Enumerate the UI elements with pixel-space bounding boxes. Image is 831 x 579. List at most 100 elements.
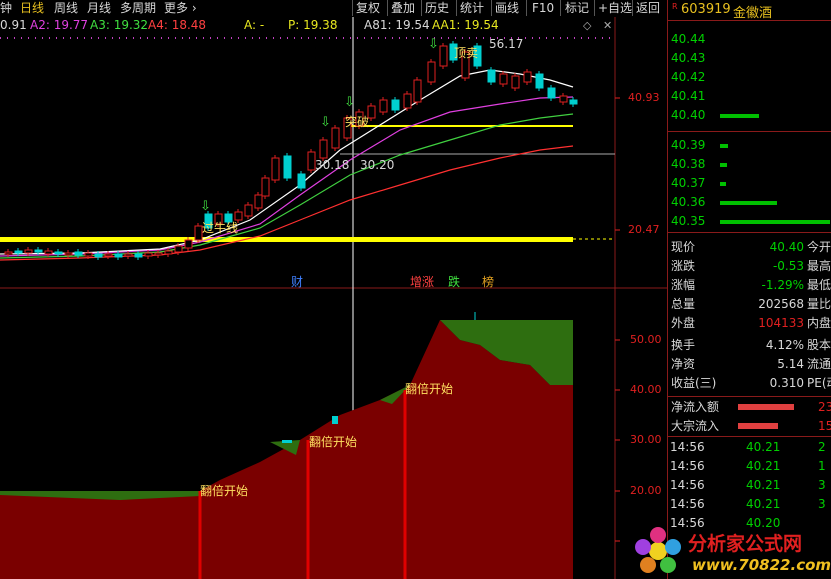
ask-row[interactable]: 40.43 xyxy=(668,49,831,68)
field-label-right: 流通 xyxy=(807,357,831,371)
tick-volume: 2 xyxy=(818,440,826,454)
bid-row[interactable]: 40.39 xyxy=(668,136,831,155)
candle-body xyxy=(367,105,376,119)
field-value: 0.310 xyxy=(769,376,804,390)
support-line xyxy=(0,237,573,242)
osc-axis-20: 20.00 xyxy=(630,484,662,497)
ask-row[interactable]: 40.41 xyxy=(668,87,831,106)
zeng-zhang-marker[interactable]: 增涨 xyxy=(410,273,434,290)
top-sell-label: 顶卖 xyxy=(454,46,479,60)
flow-bar xyxy=(738,423,778,429)
candle-body xyxy=(319,139,328,159)
ask-price: 40.42 xyxy=(671,70,706,84)
tick-price: 40.21 xyxy=(746,478,781,492)
candle-body xyxy=(34,249,43,253)
field-label: 现价 xyxy=(671,240,696,254)
field-label: 涨跌 xyxy=(671,259,696,273)
field-value: 4.12% xyxy=(765,338,804,352)
bid-price: 40.39 xyxy=(671,138,706,152)
candle-body xyxy=(307,151,316,171)
flower-logo-icon xyxy=(635,527,681,573)
flow-row: 净流入额 23 xyxy=(668,398,831,417)
quote-field-row: 总量 202568 量比 xyxy=(668,295,831,314)
bid-volume-bar xyxy=(720,201,777,205)
bid-row[interactable]: 40.38 xyxy=(668,155,831,174)
candle-body xyxy=(439,45,448,67)
candle-body xyxy=(569,99,578,105)
field-label: 收益(三) xyxy=(671,376,717,390)
fanbei-label-3: 翻倍开始 xyxy=(405,382,454,396)
osc-axis-50: 50.00 xyxy=(630,333,662,346)
field-value: 5.14 xyxy=(777,357,804,371)
ask-row[interactable]: 40.40 xyxy=(668,106,831,125)
candle-body xyxy=(499,73,508,85)
fanbei-label-1: 翻倍开始 xyxy=(200,484,249,498)
field-label-right: 最低 xyxy=(807,278,831,292)
bid-volume-bar xyxy=(720,220,830,224)
tick-volume: 3 xyxy=(818,478,826,492)
candles-group: ⇩ ⇩ ⇩ ⇩ xyxy=(4,37,578,260)
candle-body xyxy=(54,251,63,255)
tick-row: 14:56 40.21 1 xyxy=(668,457,831,476)
quote-field-row: 收益(三) 0.310PE(动) xyxy=(668,374,831,393)
field-label-right: 量比 xyxy=(807,297,831,311)
quote-field-row: 净资 5.14 流通 xyxy=(668,355,831,374)
quote-field-row: 涨跌 -0.53 最高 xyxy=(668,257,831,276)
candle-body xyxy=(84,252,93,257)
candle-body xyxy=(44,250,53,255)
field-label: 涨幅 xyxy=(671,278,696,292)
candle-body xyxy=(379,99,388,113)
candle-body xyxy=(184,239,193,249)
bid-volume-bar xyxy=(720,163,727,167)
candle-body xyxy=(271,157,280,181)
high-price-label: 56.17 xyxy=(489,37,524,51)
candle-body xyxy=(391,99,400,111)
field-label-right: 股本 xyxy=(807,338,831,352)
bid-price: 40.35 xyxy=(671,214,706,228)
field-label-right: 最高 xyxy=(807,259,831,273)
die-marker[interactable]: 跌 xyxy=(448,273,460,290)
buy-arrow-icon: ⇩ xyxy=(428,37,439,52)
flow-label: 净流入额 xyxy=(671,400,720,414)
bid-volume-bar xyxy=(720,144,728,148)
bang-marker[interactable]: 榜 xyxy=(482,273,494,290)
bid-volume-bar xyxy=(720,182,726,186)
quote-panel: R 603919 金徽酒 40.44 40.43 40.42 40.41 40.40 4… xyxy=(667,0,831,579)
candle-body xyxy=(261,177,270,197)
bid-row[interactable]: 40.37 xyxy=(668,174,831,193)
field-value: -0.53 xyxy=(772,259,804,273)
cai-marker[interactable]: 财 xyxy=(291,273,303,290)
quote-field-row: 涨幅 -1.29% 最低 xyxy=(668,276,831,295)
breakout-label: 突破 xyxy=(345,115,370,129)
ma-green xyxy=(0,113,574,259)
ask-volume-bar xyxy=(720,114,759,118)
flow-bar xyxy=(738,404,794,410)
ask-row[interactable]: 40.44 xyxy=(668,30,831,49)
candle-body xyxy=(114,253,123,258)
ask-price: 40.41 xyxy=(671,89,706,103)
field-value: 40.40 xyxy=(769,240,804,254)
watermark-title: 分析家公式网 xyxy=(688,533,803,555)
ask-price: 40.40 xyxy=(671,108,706,122)
candle-body xyxy=(164,250,173,255)
field-label-right: 内盘 xyxy=(807,316,831,330)
kline-chart[interactable]: ⇩ ⇩ ⇩ ⇩ xyxy=(0,0,667,579)
guo-niu-label: 过牛线 xyxy=(202,221,239,235)
watermark-logo: 分析家公式网 www.70822.com xyxy=(628,523,831,579)
candle-body xyxy=(74,251,83,256)
field-value: 202568 xyxy=(758,297,804,311)
candle-body xyxy=(174,245,183,253)
candle-body xyxy=(523,71,532,83)
tick-price: 40.21 xyxy=(746,440,781,454)
candle-body xyxy=(535,73,544,89)
price-axis-lower: 20.47 xyxy=(628,223,660,236)
quote-field-row: 外盘 104133 内盘 xyxy=(668,314,831,333)
candle-body xyxy=(413,79,422,103)
field-value: -1.29% xyxy=(761,278,804,292)
flow-row: 大宗流入 15 xyxy=(668,417,831,436)
bid-row[interactable]: 40.35 xyxy=(668,212,831,231)
ask-row[interactable]: 40.42 xyxy=(668,68,831,87)
bid-price: 40.38 xyxy=(671,157,706,171)
candle-body xyxy=(427,61,436,83)
bid-row[interactable]: 40.36 xyxy=(668,193,831,212)
